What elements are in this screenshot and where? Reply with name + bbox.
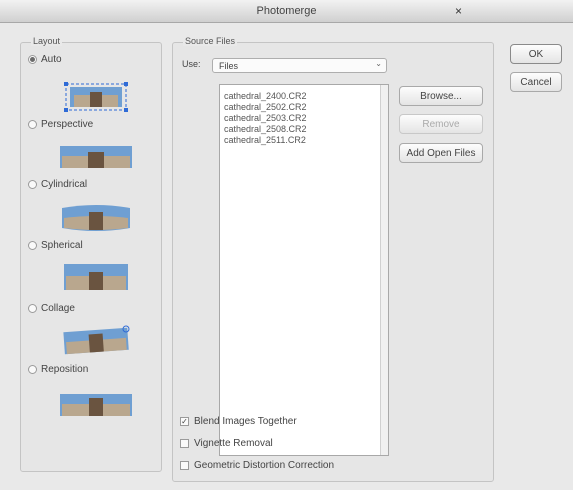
chevron-down-icon: ⌄ xyxy=(375,59,382,68)
list-item[interactable]: cathedral_2508.CR2 xyxy=(220,124,388,135)
distortion-correction-label: Geometric Distortion Correction xyxy=(194,459,335,471)
reposition-thumb xyxy=(60,394,132,416)
remove-button[interactable]: Remove xyxy=(399,114,483,134)
use-select-value: Files xyxy=(219,60,239,71)
radio-cylindrical[interactable] xyxy=(28,179,37,189)
cancel-button[interactable]: Cancel xyxy=(510,72,562,92)
blend-images-option[interactable]: ✓ Blend Images Together xyxy=(180,414,297,428)
vignette-removal-label: Vignette Removal xyxy=(194,437,273,449)
label-perspective: Perspective xyxy=(41,118,94,130)
use-label: Use: xyxy=(182,59,201,69)
blend-images-checkbox[interactable]: ✓ xyxy=(180,416,189,426)
use-select[interactable]: Files ⌄ xyxy=(212,58,387,73)
ok-button[interactable]: OK xyxy=(510,44,562,64)
title-bar: Photomerge × xyxy=(0,0,573,23)
label-auto: Auto xyxy=(41,53,62,65)
close-icon[interactable]: × xyxy=(455,4,462,18)
add-open-files-button[interactable]: Add Open Files xyxy=(399,143,483,163)
radio-reposition[interactable] xyxy=(28,364,37,374)
collage-thumb xyxy=(63,325,130,355)
source-legend: Source Files xyxy=(183,36,238,46)
layout-option-auto[interactable]: Auto xyxy=(28,52,62,66)
list-item[interactable]: cathedral_2511.CR2 xyxy=(220,135,388,146)
layout-option-perspective[interactable]: Perspective xyxy=(28,117,93,131)
radio-auto[interactable] xyxy=(28,54,37,64)
file-list-scrollbar[interactable] xyxy=(380,85,388,455)
layout-option-cylindrical[interactable]: Cylindrical xyxy=(28,177,87,191)
vignette-removal-checkbox[interactable] xyxy=(180,438,189,448)
list-item[interactable]: cathedral_2503.CR2 xyxy=(220,113,388,124)
label-cylindrical: Cylindrical xyxy=(41,178,88,190)
list-item[interactable]: cathedral_2400.CR2 xyxy=(220,91,388,102)
window-title: Photomerge xyxy=(256,5,317,17)
cylindrical-thumb xyxy=(62,205,130,231)
label-spherical: Spherical xyxy=(41,239,83,251)
vignette-removal-option[interactable]: Vignette Removal xyxy=(180,436,273,450)
label-collage: Collage xyxy=(41,302,75,314)
layout-option-reposition[interactable]: Reposition xyxy=(28,362,88,376)
radio-perspective[interactable] xyxy=(28,119,37,129)
layout-option-collage[interactable]: Collage xyxy=(28,301,75,315)
blend-images-label: Blend Images Together xyxy=(194,415,297,427)
auto-thumb xyxy=(64,82,128,112)
spherical-thumb xyxy=(64,264,128,290)
layout-option-spherical[interactable]: Spherical xyxy=(28,238,83,252)
radio-spherical[interactable] xyxy=(28,240,37,250)
distortion-correction-checkbox[interactable] xyxy=(180,460,189,470)
list-item[interactable]: cathedral_2502.CR2 xyxy=(220,102,388,113)
browse-button[interactable]: Browse... xyxy=(399,86,483,106)
distortion-correction-option[interactable]: Geometric Distortion Correction xyxy=(180,458,334,472)
file-list[interactable]: cathedral_2400.CR2 cathedral_2502.CR2 ca… xyxy=(219,84,389,456)
perspective-thumb xyxy=(60,146,132,168)
radio-collage[interactable] xyxy=(28,303,37,313)
label-reposition: Reposition xyxy=(41,363,89,375)
layout-legend: Layout xyxy=(31,36,63,46)
